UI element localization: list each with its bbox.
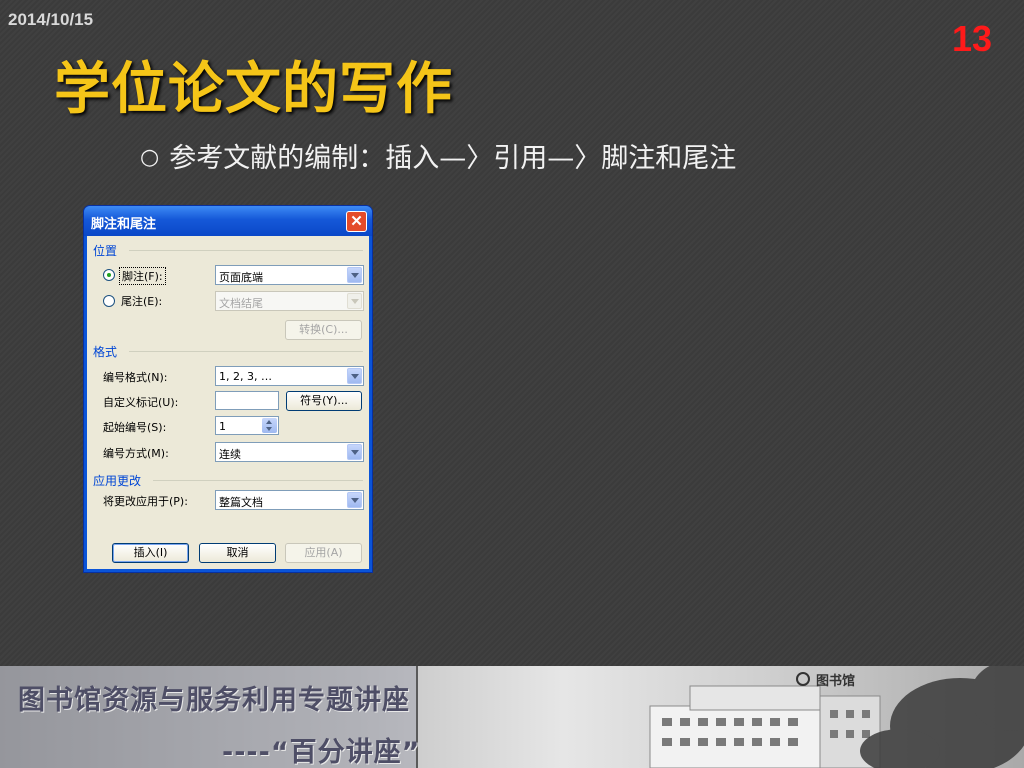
section-position-heading: 位置 xyxy=(93,244,118,258)
number-format-label: 编号格式(N): xyxy=(103,371,168,384)
start-at-value: 1 xyxy=(219,420,226,433)
page-number: 13 xyxy=(951,18,992,59)
cancel-button[interactable]: 取消 xyxy=(199,543,276,563)
convert-button[interactable]: 转换(C)... xyxy=(285,320,362,340)
number-format-select[interactable]: 1, 2, 3, … xyxy=(215,366,364,386)
close-icon[interactable]: ✕ xyxy=(346,211,367,232)
chevron-down-icon[interactable] xyxy=(347,368,362,384)
footnote-location-value: 页面底端 xyxy=(219,271,263,284)
endnote-label: 尾注(E): xyxy=(121,295,163,308)
number-format-value: 1, 2, 3, … xyxy=(219,370,272,383)
chevron-down-icon[interactable] xyxy=(347,267,362,283)
custom-mark-input[interactable] xyxy=(215,391,279,410)
section-format-heading: 格式 xyxy=(93,345,118,359)
custom-mark-label: 自定义标记(U): xyxy=(103,396,179,409)
start-at-stepper[interactable]: 1 xyxy=(215,416,279,435)
banner-subtitle: ----“百分讲座” xyxy=(222,737,421,768)
dialog-titlebar[interactable]: 脚注和尾注 ✕ xyxy=(84,206,372,236)
insert-button[interactable]: 插入(I) xyxy=(112,543,189,563)
footnote-endnote-dialog: 脚注和尾注 ✕ 位置 脚注(F): 页面底端 尾注(E): 文档结尾 转换(C)… xyxy=(84,206,372,572)
slide-title: 学位论文的写作 xyxy=(54,57,453,122)
bottom-banner: 图书馆 图书馆资源与服务利用专题讲座 ----“百分讲座” xyxy=(0,666,1024,768)
numbering-select[interactable]: 连续 xyxy=(215,442,364,462)
dialog-body: 位置 脚注(F): 页面底端 尾注(E): 文档结尾 转换(C)... 格式 编… xyxy=(87,236,369,569)
slide-date: 2014/10/15 xyxy=(8,10,94,29)
banner-title: 图书馆资源与服务利用专题讲座 xyxy=(18,685,410,716)
bullet-item: ○ 参考文献的编制：插入—〉引用—〉脚注和尾注 xyxy=(140,136,736,175)
symbol-button[interactable]: 符号(Y)... xyxy=(286,391,362,411)
library-logo-text: 图书馆 xyxy=(816,674,856,689)
apply-to-label: 将更改应用于(P): xyxy=(103,495,188,508)
footnote-location-select[interactable]: 页面底端 xyxy=(215,265,364,285)
numbering-value: 连续 xyxy=(219,448,241,461)
library-logo-icon xyxy=(796,672,810,686)
apply-to-select[interactable]: 整篇文档 xyxy=(215,490,364,510)
section-divider xyxy=(129,351,363,352)
footnote-radio[interactable] xyxy=(103,269,115,281)
chevron-down-icon[interactable] xyxy=(347,293,362,309)
endnote-radio[interactable] xyxy=(103,295,115,307)
section-divider xyxy=(153,480,363,481)
start-at-label: 起始编号(S): xyxy=(103,421,167,434)
endnote-location-select[interactable]: 文档结尾 xyxy=(215,291,364,311)
section-apply-heading: 应用更改 xyxy=(93,474,142,488)
apply-button[interactable]: 应用(A) xyxy=(285,543,362,563)
spinner-icon[interactable] xyxy=(262,418,277,433)
dialog-title: 脚注和尾注 xyxy=(91,217,157,232)
endnote-location-value: 文档结尾 xyxy=(219,297,263,310)
chevron-down-icon[interactable] xyxy=(347,492,362,508)
numbering-label: 编号方式(M): xyxy=(103,447,169,460)
chevron-down-icon[interactable] xyxy=(347,444,362,460)
bullet-text: 参考文献的编制：插入—〉引用—〉脚注和尾注 xyxy=(169,143,737,174)
apply-to-value: 整篇文档 xyxy=(219,496,263,509)
footnote-label: 脚注(F): xyxy=(119,267,166,285)
section-divider xyxy=(129,250,363,251)
bullet-circle-icon: ○ xyxy=(140,145,160,170)
